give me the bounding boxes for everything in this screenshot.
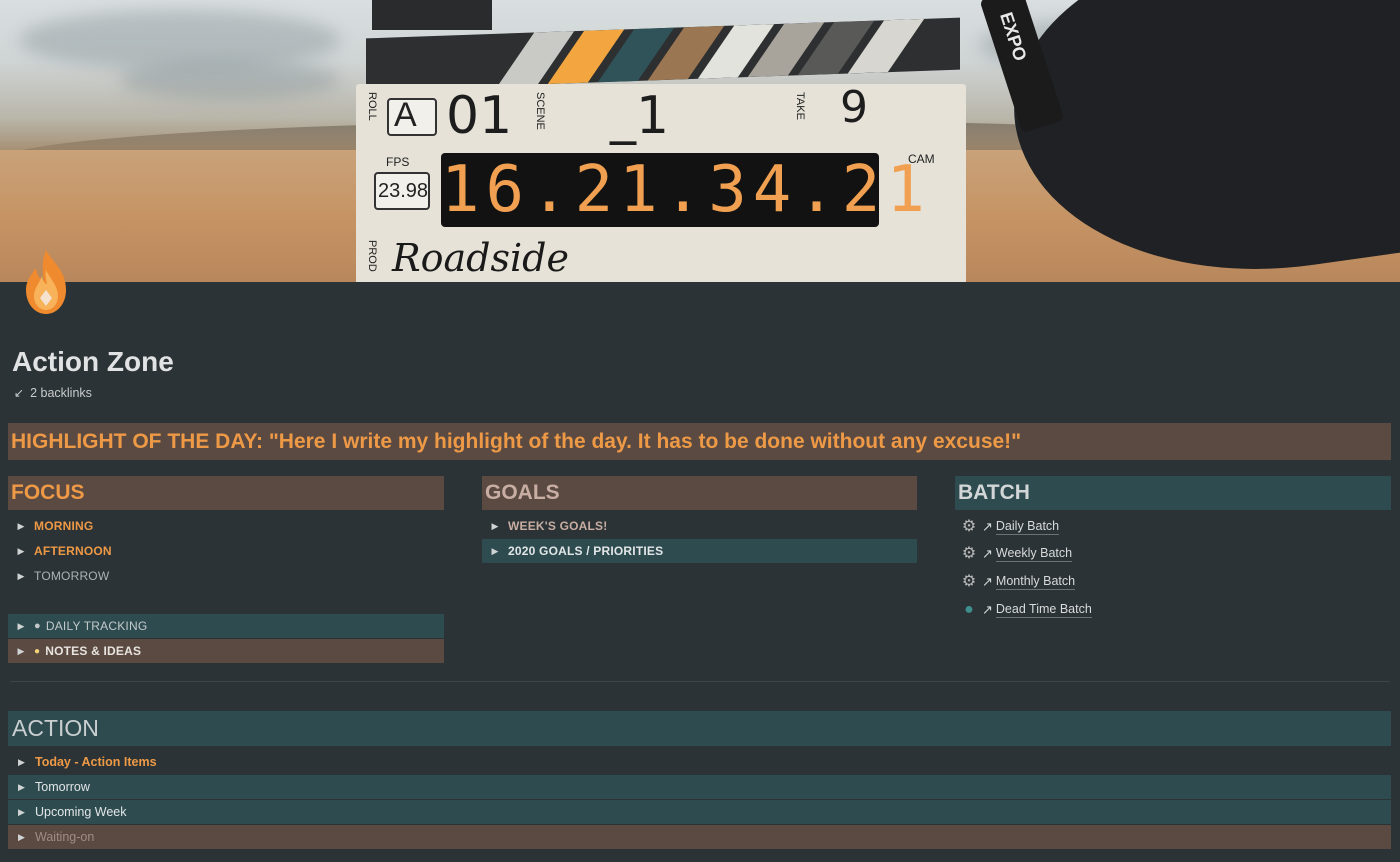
toggle-upcoming-week[interactable]: ▶ Upcoming Week <box>8 800 1391 824</box>
link-arrow-icon: ↗ <box>982 546 993 561</box>
toggle-label: MORNING <box>34 519 94 533</box>
toggle-triangle-icon[interactable]: ▶ <box>8 521 34 532</box>
toggle-label: Today - Action Items <box>35 755 157 769</box>
take-label: TAKE <box>794 92 806 120</box>
toggle-triangle-icon[interactable]: ▶ <box>482 521 508 532</box>
goals-heading: GOALS <box>482 476 917 510</box>
link-label: Dead Time Batch <box>995 602 1092 618</box>
gear-icon: ⚙ <box>961 518 977 535</box>
roll-value: A <box>394 96 417 134</box>
action-heading: ACTION <box>8 711 1391 746</box>
batch-heading: BATCH <box>955 476 1391 510</box>
link-label: Weekly Batch <box>995 546 1073 562</box>
toggle-triangle-icon[interactable]: ▶ <box>8 832 35 843</box>
toggle-weeks-goals[interactable]: ▶ WEEK'S GOALS! <box>482 514 917 538</box>
toggle-triangle-icon[interactable]: ▶ <box>8 807 35 818</box>
backlink-arrow-icon: ↙ <box>14 386 25 400</box>
toggle-label: DAILY TRACKING <box>45 619 148 633</box>
toggle-waiting-on[interactable]: ▶ Waiting-on <box>8 825 1391 849</box>
take-value: 9 <box>840 82 868 133</box>
scene-label: SCENE <box>534 92 546 130</box>
toggle-today-action-items[interactable]: ▶ Today - Action Items <box>8 750 1391 774</box>
scene-value: _1 <box>610 86 670 146</box>
toggle-label: Tomorrow <box>35 780 90 794</box>
divider <box>10 681 1390 682</box>
toggle-label: NOTES & IDEAS <box>45 644 142 658</box>
fire-icon[interactable] <box>18 248 74 318</box>
fps-label: FPS <box>386 155 410 169</box>
toggle-label: Upcoming Week <box>35 805 127 819</box>
gear-icon: ⚙ <box>961 573 977 590</box>
toggle-morning[interactable]: ▶ MORNING <box>8 514 444 538</box>
toggle-tomorrow[interactable]: ▶ TOMORROW <box>8 564 444 588</box>
toggle-triangle-icon[interactable]: ▶ <box>482 546 508 557</box>
lightbulb-icon: ● <box>34 645 41 657</box>
link-weekly-batch[interactable]: ⚙ ↗ Weekly Batch <box>960 543 1073 565</box>
toggle-label: Waiting-on <box>35 830 95 844</box>
backlinks-link[interactable]: ↙ 2 backlinks <box>14 386 92 400</box>
roll-label: ROLL <box>366 92 378 121</box>
toggle-triangle-icon[interactable]: ▶ <box>8 621 34 632</box>
link-dead-time-batch[interactable]: ● ↗ Dead Time Batch <box>960 599 1092 621</box>
toggle-triangle-icon[interactable]: ▶ <box>8 546 34 557</box>
backlinks-label: 2 backlinks <box>30 386 92 400</box>
scene-prefix: 01 <box>446 86 513 146</box>
cover-image: ROLL A 01 SCENE _1 TAKE 9 FPS 23.98 CAM … <box>0 0 1400 282</box>
timecode-display: 16.21.34.21 <box>441 153 931 227</box>
toggle-notes-ideas[interactable]: ▶ ● NOTES & IDEAS <box>8 639 444 663</box>
link-arrow-icon: ↗ <box>982 602 993 617</box>
toggle-tomorrow-action[interactable]: ▶ Tomorrow <box>8 775 1391 799</box>
toggle-label: TOMORROW <box>34 569 110 583</box>
toggle-daily-tracking[interactable]: ▶ ● DAILY TRACKING <box>8 614 444 638</box>
toggle-label: AFTERNOON <box>34 544 112 558</box>
toggle-label: WEEK'S GOALS! <box>508 519 608 533</box>
prod-label: PROD <box>366 240 378 272</box>
link-monthly-batch[interactable]: ⚙ ↗ Monthly Batch <box>960 571 1076 593</box>
link-label: Monthly Batch <box>995 574 1076 590</box>
toggle-label: 2020 GOALS / PRIORITIES <box>508 544 664 558</box>
focus-heading: FOCUS <box>8 476 444 510</box>
link-arrow-icon: ↗ <box>982 574 993 589</box>
page-title: Action Zone <box>12 346 174 377</box>
link-arrow-icon: ↗ <box>982 519 993 534</box>
production-name: Roadside <box>392 236 569 280</box>
toggle-2020-goals[interactable]: ▶ 2020 GOALS / PRIORITIES <box>482 539 917 563</box>
fps-value: 23.98 <box>378 180 429 202</box>
toggle-afternoon[interactable]: ▶ AFTERNOON <box>8 539 444 563</box>
toggle-triangle-icon[interactable]: ▶ <box>8 757 35 768</box>
clapper-hinge <box>372 0 492 30</box>
gear-icon: ⚙ <box>961 545 977 562</box>
link-daily-batch[interactable]: ⚙ ↗ Daily Batch <box>960 516 1060 538</box>
toggle-triangle-icon[interactable]: ▶ <box>8 782 35 793</box>
globe-icon: ● <box>964 601 974 618</box>
toggle-triangle-icon[interactable]: ▶ <box>8 646 34 657</box>
highlight-of-the-day[interactable]: HIGHLIGHT OF THE DAY: "Here I write my h… <box>8 423 1391 460</box>
apple-icon: ● <box>34 620 41 632</box>
toggle-triangle-icon[interactable]: ▶ <box>8 571 34 582</box>
link-label: Daily Batch <box>995 519 1060 535</box>
